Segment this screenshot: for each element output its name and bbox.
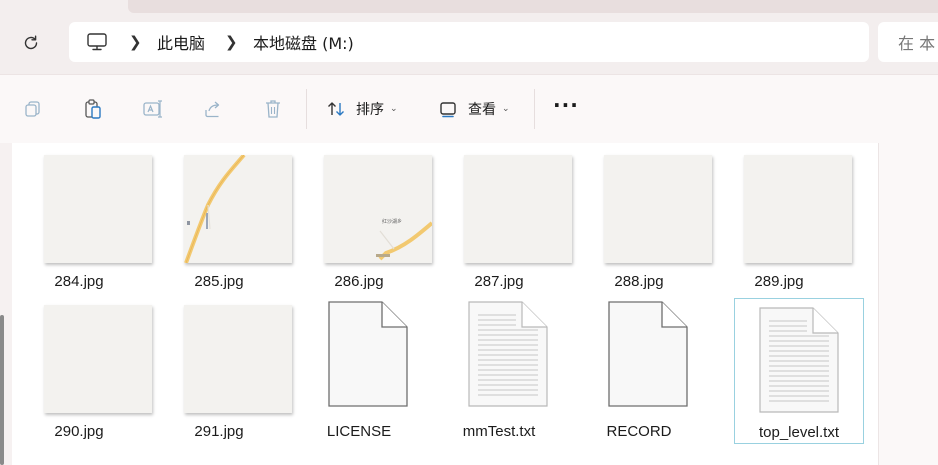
chevron-right-icon[interactable]: ❯	[129, 33, 142, 51]
chevron-right-icon[interactable]: ❯	[225, 33, 238, 51]
file-name: mmTest.txt	[462, 423, 536, 440]
image-thumbnail	[184, 155, 292, 263]
text-document-icon	[759, 307, 839, 413]
refresh-icon	[24, 35, 38, 50]
file-item[interactable]: 290.jpg	[12, 293, 152, 440]
sort-button[interactable]: 排序 ⌄	[326, 97, 398, 121]
rename-icon	[143, 100, 162, 118]
file-grid: 284.jpg 285.jpg 红沙湖乡 286.jpg 287.jpg 288…	[12, 143, 878, 465]
file-name: 285.jpg	[194, 273, 244, 290]
sort-icon	[328, 102, 344, 116]
file-item[interactable]: mmTest.txt	[432, 293, 562, 440]
file-item[interactable]: 红沙湖乡 286.jpg	[292, 143, 432, 290]
view-icon	[440, 102, 456, 118]
file-item-selected[interactable]: top_level.txt	[734, 298, 864, 444]
more-options-button[interactable]: ···	[553, 95, 578, 121]
copy-icon	[25, 101, 40, 117]
delete-button[interactable]	[261, 97, 285, 121]
breadcrumb-item-local-disk[interactable]: 本地磁盘 (M:)	[253, 30, 354, 54]
navigation-bar: ❯ 此电脑 ❯ 本地磁盘 (M:) 在 本	[0, 14, 938, 74]
view-button[interactable]: 查看 ⌄	[438, 97, 510, 121]
file-item[interactable]: 284.jpg	[12, 143, 152, 290]
breadcrumb-item-this-pc[interactable]: 此电脑	[157, 30, 205, 54]
map-place-label: 红沙湖乡	[382, 218, 402, 225]
command-separator	[306, 89, 307, 129]
file-name: 284.jpg	[54, 273, 104, 290]
details-pane-edge	[878, 143, 938, 465]
file-item[interactable]: 285.jpg	[152, 143, 292, 290]
view-label: 查看	[468, 102, 496, 118]
chevron-down-icon: ⌄	[390, 104, 398, 114]
more-icon: ···	[553, 93, 579, 117]
image-thumbnail	[604, 155, 712, 263]
tab-edge[interactable]	[128, 0, 938, 13]
file-name: RECORD	[606, 423, 672, 440]
file-name: 291.jpg	[194, 423, 244, 440]
file-item[interactable]: 289.jpg	[712, 143, 852, 290]
file-name: 288.jpg	[614, 273, 664, 290]
share-icon	[205, 101, 220, 118]
file-name: 287.jpg	[474, 273, 524, 290]
document-icon	[328, 301, 408, 407]
file-item[interactable]: 287.jpg	[432, 143, 572, 290]
paste-button[interactable]	[81, 97, 105, 121]
document-icon	[608, 301, 688, 407]
file-item[interactable]: 291.jpg	[152, 293, 292, 440]
text-document-icon	[468, 301, 548, 407]
address-bar[interactable]: ❯ 此电脑 ❯ 本地磁盘 (M:)	[69, 22, 869, 62]
image-thumbnail	[44, 155, 152, 263]
copy-button[interactable]	[21, 97, 45, 121]
image-thumbnail	[464, 155, 572, 263]
command-separator	[534, 89, 535, 129]
paste-icon	[85, 99, 101, 119]
file-name: 286.jpg	[334, 273, 384, 290]
file-item[interactable]: RECORD	[572, 293, 702, 440]
image-thumbnail	[184, 305, 292, 413]
share-button[interactable]	[201, 97, 225, 121]
file-name: 290.jpg	[54, 423, 104, 440]
rename-button[interactable]	[141, 97, 165, 121]
file-name: LICENSE	[326, 423, 392, 440]
command-bar: 排序 ⌄ 查看 ⌄ ···	[0, 74, 938, 144]
file-name: top_level.txt	[758, 424, 840, 441]
trash-icon	[266, 100, 280, 118]
search-input[interactable]: 在 本	[878, 22, 938, 62]
this-pc-icon[interactable]	[85, 30, 109, 54]
refresh-button[interactable]	[17, 29, 45, 57]
file-item[interactable]: LICENSE	[292, 293, 422, 440]
scrollbar-thumb[interactable]	[0, 315, 4, 465]
search-placeholder: 在 本	[898, 34, 936, 53]
image-thumbnail: 红沙湖乡	[324, 155, 432, 263]
image-thumbnail	[744, 155, 852, 263]
sort-label: 排序	[356, 102, 384, 118]
file-name: 289.jpg	[754, 273, 804, 290]
chevron-down-icon: ⌄	[502, 104, 510, 114]
file-item[interactable]: 288.jpg	[572, 143, 712, 290]
image-thumbnail	[44, 305, 152, 413]
